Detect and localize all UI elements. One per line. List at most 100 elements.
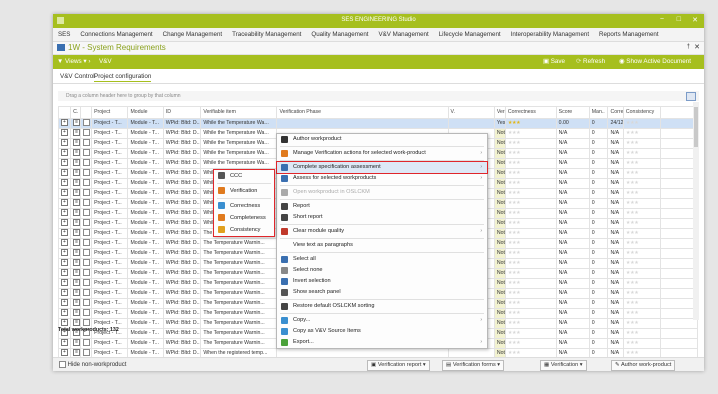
table-row[interactable]: + ≡ Project - T...Module - T...WPid: Bltd:… <box>57 118 698 129</box>
menu-lifecycle-management[interactable]: Lifecycle Management <box>434 31 506 38</box>
expand-cell[interactable]: + <box>57 188 72 199</box>
row-checkbox[interactable] <box>83 269 91 277</box>
expand-icon[interactable]: + <box>61 259 68 267</box>
expand-cell[interactable]: + <box>57 258 72 269</box>
row-checkbox[interactable] <box>83 149 91 157</box>
select-cell[interactable] <box>80 138 93 149</box>
expand-cell[interactable]: + <box>57 128 72 139</box>
row-checkbox[interactable] <box>83 239 91 247</box>
expand-cell[interactable]: + <box>57 238 72 249</box>
column-header-module[interactable]: Module <box>127 106 164 119</box>
context-menu-item-complete-specification-assessment[interactable]: Complete specification assessment › <box>276 161 488 174</box>
select-cell[interactable] <box>80 208 93 219</box>
select-cell[interactable] <box>80 248 93 259</box>
row-checkbox[interactable] <box>83 289 91 297</box>
expand-cell[interactable]: + <box>57 198 72 209</box>
detail-cell[interactable]: ≡ <box>70 158 82 169</box>
row-checkbox[interactable] <box>83 259 91 267</box>
detail-icon[interactable]: ≡ <box>73 189 80 197</box>
column-header-verifiable-item[interactable]: Verifiable item <box>200 106 278 119</box>
expand-cell[interactable]: + <box>57 218 72 229</box>
detail-icon[interactable]: ≡ <box>73 129 80 137</box>
detail-icon[interactable]: ≡ <box>73 149 80 157</box>
detail-icon[interactable]: ≡ <box>73 209 80 217</box>
detail-icon[interactable]: ≡ <box>73 299 80 307</box>
column-header-score[interactable]: Score <box>555 106 590 119</box>
column-header-verification-phase[interactable]: Verification Phase <box>276 106 449 119</box>
detail-cell[interactable]: ≡ <box>70 118 82 129</box>
menu-change-management[interactable]: Change Management <box>158 31 228 38</box>
close-document-button[interactable]: ✕ <box>694 43 700 51</box>
expand-cell[interactable]: + <box>57 248 72 259</box>
expand-icon[interactable]: + <box>61 289 68 297</box>
expand-cell[interactable]: + <box>57 148 72 159</box>
expand-cell[interactable]: + <box>57 338 72 349</box>
context-menu-item-select-all[interactable]: Select all <box>277 254 487 265</box>
context-menu-item-view-text-as-paragraphs[interactable]: View text as paragraphs <box>277 240 487 251</box>
minimize-button[interactable]: − <box>660 16 664 23</box>
column-header-c-[interactable]: C. <box>70 106 82 119</box>
menu-traceability-management[interactable]: Traceability Management <box>227 31 306 38</box>
detail-icon[interactable]: ≡ <box>73 139 80 147</box>
expand-cell[interactable]: + <box>57 208 72 219</box>
context-menu-item-author-workproduct[interactable]: Author workproduct <box>277 134 487 145</box>
expand-icon[interactable]: + <box>61 129 68 137</box>
select-cell[interactable] <box>80 268 93 279</box>
expand-icon[interactable]: + <box>61 249 68 257</box>
submenu-item-completeness[interactable]: Completeness <box>214 212 274 224</box>
row-checkbox[interactable] <box>83 139 91 147</box>
column-header-correctness-q-[interactable]: Correctness q.. <box>607 106 624 119</box>
show-active-document-button[interactable]: ◉ Show Active Document <box>619 58 691 65</box>
detail-cell[interactable]: ≡ <box>70 298 82 309</box>
submenu-item-correctness[interactable]: Correctness <box>214 200 274 212</box>
row-checkbox[interactable] <box>83 209 91 217</box>
detail-icon[interactable]: ≡ <box>73 119 80 127</box>
detail-cell[interactable]: ≡ <box>70 258 82 269</box>
select-cell[interactable] <box>80 158 93 169</box>
menu-quality-management[interactable]: Quality Management <box>306 31 373 38</box>
row-checkbox[interactable] <box>83 349 91 357</box>
detail-icon[interactable]: ≡ <box>73 289 80 297</box>
column-header-v-[interactable]: V. <box>447 106 495 119</box>
expand-icon[interactable]: + <box>61 309 68 317</box>
row-checkbox[interactable] <box>83 299 91 307</box>
context-menu-item-short-report[interactable]: Short report <box>277 212 487 223</box>
menu-ses[interactable]: SES <box>53 31 75 38</box>
expand-icon[interactable]: + <box>61 179 68 187</box>
context-menu-item-clear-module-quality[interactable]: Clear module quality › <box>277 226 487 237</box>
detail-cell[interactable]: ≡ <box>70 188 82 199</box>
detail-cell[interactable]: ≡ <box>70 228 82 239</box>
expand-cell[interactable]: + <box>57 168 72 179</box>
refresh-button[interactable]: ⟳ Refresh <box>576 58 605 65</box>
detail-icon[interactable]: ≡ <box>73 219 80 227</box>
context-menu-item-copy-as-v-v-source-items[interactable]: Copy as V&V Source Items <box>277 326 487 337</box>
expand-cell[interactable]: + <box>57 178 72 189</box>
select-cell[interactable] <box>80 288 93 299</box>
grid-scrollbar[interactable] <box>693 102 699 320</box>
detail-cell[interactable]: ≡ <box>70 338 82 349</box>
context-menu-item-show-search-panel[interactable]: Show search panel <box>277 287 487 298</box>
verification-report-button[interactable]: ▣ Verification report ▾ <box>367 360 430 371</box>
views-menu-button[interactable]: ▼ Views ▾ › <box>57 58 90 65</box>
expand-cell[interactable]: + <box>57 138 72 149</box>
detail-cell[interactable]: ≡ <box>70 308 82 319</box>
detail-icon[interactable]: ≡ <box>73 229 80 237</box>
detail-cell[interactable]: ≡ <box>70 148 82 159</box>
context-menu-item-select-none[interactable]: Select none <box>277 265 487 276</box>
expand-cell[interactable]: + <box>57 278 72 289</box>
detail-icon[interactable]: ≡ <box>73 319 80 327</box>
detail-cell[interactable]: ≡ <box>70 288 82 299</box>
select-cell[interactable] <box>80 148 93 159</box>
save-button[interactable]: ▣ Save <box>543 58 565 65</box>
expand-icon[interactable]: + <box>61 269 68 277</box>
detail-cell[interactable]: ≡ <box>70 128 82 139</box>
expand-icon[interactable]: + <box>61 279 68 287</box>
select-cell[interactable] <box>80 118 93 129</box>
detail-icon[interactable]: ≡ <box>73 179 80 187</box>
expand-icon[interactable]: + <box>61 219 68 227</box>
expand-icon[interactable]: + <box>61 189 68 197</box>
select-cell[interactable] <box>80 308 93 319</box>
row-checkbox[interactable] <box>83 279 91 287</box>
expand-icon[interactable]: + <box>61 339 68 347</box>
vv-breadcrumb[interactable]: V&V <box>99 58 112 65</box>
